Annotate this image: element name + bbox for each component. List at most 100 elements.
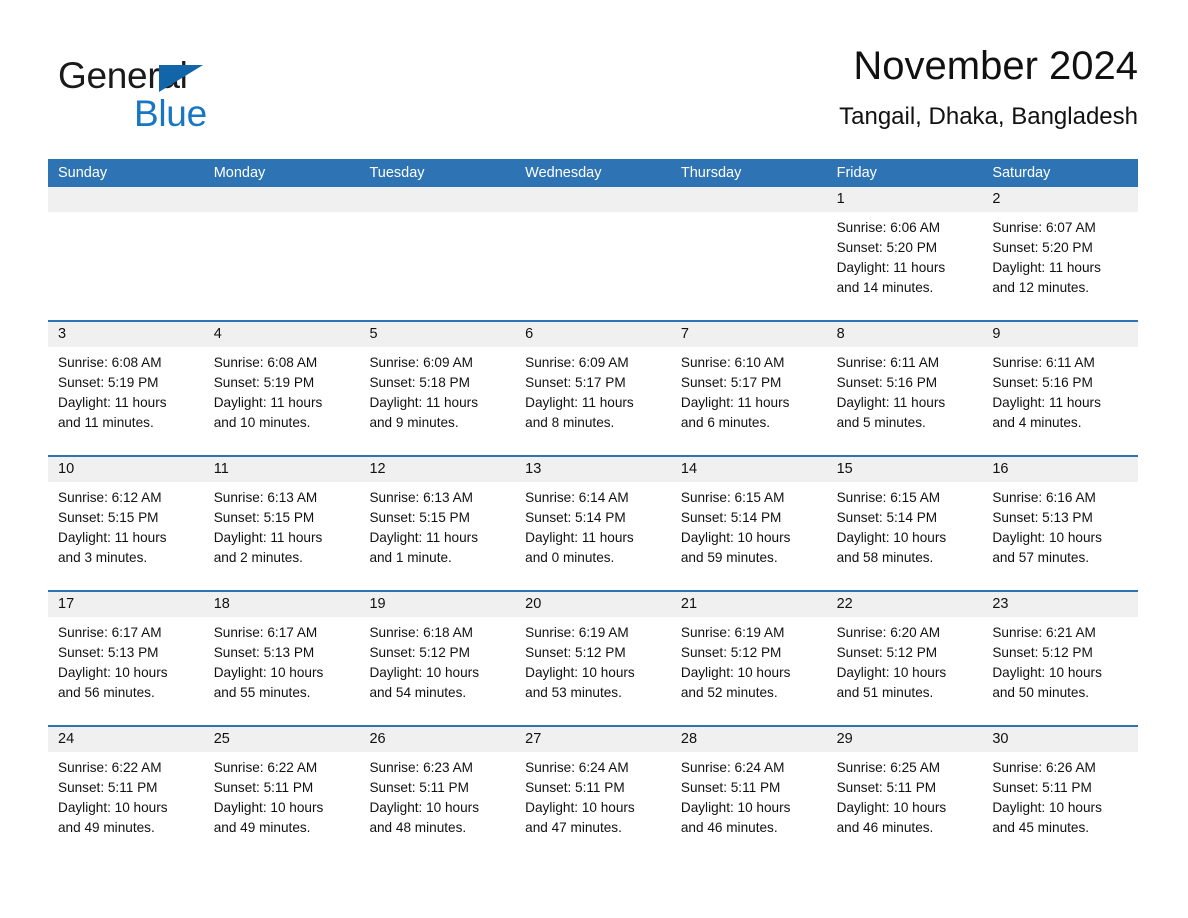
calendar-day-cell[interactable]: 10 Sunrise: 6:12 AM Sunset: 5:15 PM Dayligh… xyxy=(48,457,204,590)
daylight-text-line1: Daylight: 10 hours xyxy=(213,665,324,680)
calendar-day-cell[interactable]: 25 Sunrise: 6:22 AM Sunset: 5:11 PM Dayligh… xyxy=(203,727,360,860)
daylight-text-line1: Daylight: 11 hours xyxy=(836,260,946,275)
calendar-day-cell[interactable]: 24 Sunrise: 6:22 AM Sunset: 5:11 PM Dayligh… xyxy=(48,727,204,860)
weekday-header-row: Sunday Monday Tuesday Wednesday Thursday… xyxy=(48,159,1138,187)
sunrise-text: Sunrise: 6:10 AM xyxy=(680,355,785,370)
sunset-text: Sunset: 5:11 PM xyxy=(525,780,625,795)
daylight-text-line2: and 3 minutes. xyxy=(58,550,148,565)
daylight-text-line2: and 5 minutes. xyxy=(836,415,926,430)
sunrise-text: Sunrise: 6:08 AM xyxy=(58,355,162,370)
day-number: 15 xyxy=(826,457,983,482)
calendar-grid: Sunday Monday Tuesday Wednesday Thursday… xyxy=(48,159,1139,860)
day-details: Sunrise: 6:22 AM Sunset: 5:11 PM Daylight:… xyxy=(204,752,360,838)
calendar-day-cell[interactable]: 1 Sunrise: 6:06 AM Sunset: 5:20 PM Daylight… xyxy=(826,187,983,320)
sunrise-text: Sunrise: 6:19 AM xyxy=(680,625,785,640)
calendar-day-cell[interactable]: 17 Sunrise: 6:17 AM Sunset: 5:13 PM Dayligh… xyxy=(48,592,204,725)
brand-logo: General Blue xyxy=(58,54,358,142)
calendar-day-cell-empty xyxy=(670,187,827,320)
day-details: Sunrise: 6:12 AM Sunset: 5:15 PM Daylight:… xyxy=(48,482,204,568)
calendar-day-cell[interactable]: 6 Sunrise: 6:09 AM Sunset: 5:17 PM Daylight… xyxy=(515,322,671,455)
calendar-day-cell[interactable]: 11 Sunrise: 6:13 AM Sunset: 5:15 PM Dayligh… xyxy=(203,457,360,590)
day-details: Sunrise: 6:17 AM Sunset: 5:13 PM Daylight:… xyxy=(48,617,204,703)
weekday-header-monday: Monday xyxy=(213,165,266,181)
calendar-day-cell[interactable]: 9 Sunrise: 6:11 AM Sunset: 5:16 PM Daylight… xyxy=(982,322,1139,455)
calendar-day-cell[interactable]: 16 Sunrise: 6:16 AM Sunset: 5:13 PM Dayligh… xyxy=(982,457,1139,590)
day-number: 19 xyxy=(359,592,516,617)
daylight-text-line1: Daylight: 11 hours xyxy=(525,530,634,545)
calendar-day-cell[interactable]: 3 Sunrise: 6:08 AM Sunset: 5:19 PM Daylight… xyxy=(48,322,204,455)
daylight-text-line1: Daylight: 10 hours xyxy=(836,800,947,815)
day-details: Sunrise: 6:20 AM Sunset: 5:12 PM Daylight:… xyxy=(827,617,983,703)
calendar-day-cell[interactable]: 23 Sunrise: 6:21 AM Sunset: 5:12 PM Dayligh… xyxy=(982,592,1139,725)
daylight-text-line1: Daylight: 11 hours xyxy=(369,530,478,545)
sunset-text: Sunset: 5:20 PM xyxy=(992,240,1093,255)
calendar-day-cell[interactable]: 29 Sunrise: 6:25 AM Sunset: 5:11 PM Dayligh… xyxy=(826,727,983,860)
sunset-text: Sunset: 5:11 PM xyxy=(836,780,937,795)
day-details: Sunrise: 6:09 AM Sunset: 5:17 PM Daylight:… xyxy=(515,347,671,433)
day-details: Sunrise: 6:17 AM Sunset: 5:13 PM Daylight:… xyxy=(204,617,360,703)
day-number: 6 xyxy=(515,322,671,347)
daylight-text-line2: and 0 minutes. xyxy=(525,550,615,565)
calendar-day-cell[interactable]: 28 Sunrise: 6:24 AM Sunset: 5:11 PM Dayligh… xyxy=(670,727,827,860)
title-block: November 2024 Tangail, Dhaka, Bangladesh xyxy=(839,40,1138,131)
sunset-text: Sunset: 5:13 PM xyxy=(992,510,1093,525)
calendar-day-cell[interactable]: 20 Sunrise: 6:19 AM Sunset: 5:12 PM Dayligh… xyxy=(515,592,671,725)
daylight-text-line1: Daylight: 10 hours xyxy=(836,665,947,680)
day-details: Sunrise: 6:19 AM Sunset: 5:12 PM Daylight:… xyxy=(515,617,671,703)
day-number: 12 xyxy=(359,457,516,482)
calendar-day-cell[interactable]: 12 Sunrise: 6:13 AM Sunset: 5:15 PM Dayligh… xyxy=(359,457,516,590)
calendar-day-cell[interactable]: 2 Sunrise: 6:07 AM Sunset: 5:20 PM Daylight… xyxy=(982,187,1139,320)
day-details: Sunrise: 6:08 AM Sunset: 5:19 PM Daylight:… xyxy=(48,347,204,433)
day-number xyxy=(670,187,827,212)
daylight-text-line2: and 58 minutes. xyxy=(836,550,934,565)
sunrise-text: Sunrise: 6:25 AM xyxy=(836,760,941,775)
calendar-day-cell[interactable]: 7 Sunrise: 6:10 AM Sunset: 5:17 PM Daylight… xyxy=(670,322,827,455)
calendar-day-cell[interactable]: 21 Sunrise: 6:19 AM Sunset: 5:12 PM Dayligh… xyxy=(670,592,827,725)
sunrise-text: Sunrise: 6:09 AM xyxy=(369,355,473,370)
calendar-week-row: 10 Sunrise: 6:12 AM Sunset: 5:15 PM Dayligh… xyxy=(48,457,1139,592)
calendar-day-cell[interactable]: 26 Sunrise: 6:23 AM Sunset: 5:11 PM Dayligh… xyxy=(359,727,516,860)
calendar-day-cell[interactable]: 15 Sunrise: 6:15 AM Sunset: 5:14 PM Dayligh… xyxy=(826,457,983,590)
calendar-day-cell[interactable]: 4 Sunrise: 6:08 AM Sunset: 5:19 PM Daylight… xyxy=(203,322,360,455)
day-number: 5 xyxy=(359,322,516,347)
calendar-day-cell-empty xyxy=(203,187,360,320)
calendar-day-cell[interactable]: 27 Sunrise: 6:24 AM Sunset: 5:11 PM Dayligh… xyxy=(515,727,671,860)
sunset-text: Sunset: 5:12 PM xyxy=(369,645,470,660)
calendar-week-row: 17 Sunrise: 6:17 AM Sunset: 5:13 PM Dayligh… xyxy=(48,592,1139,727)
sunset-text: Sunset: 5:12 PM xyxy=(836,645,938,660)
daylight-text-line2: and 8 minutes. xyxy=(525,415,615,430)
calendar-day-cell[interactable]: 5 Sunrise: 6:09 AM Sunset: 5:18 PM Daylight… xyxy=(359,322,516,455)
day-number: 24 xyxy=(48,727,204,752)
calendar-day-cell[interactable]: 22 Sunrise: 6:20 AM Sunset: 5:12 PM Dayligh… xyxy=(826,592,983,725)
day-number: 18 xyxy=(203,592,360,617)
day-details: Sunrise: 6:19 AM Sunset: 5:12 PM Daylight:… xyxy=(671,617,827,703)
day-number: 25 xyxy=(203,727,360,752)
calendar-day-cell[interactable]: 8 Sunrise: 6:11 AM Sunset: 5:16 PM Daylight… xyxy=(826,322,983,455)
calendar-page: General Blue November 2024 Tangail, Dhak… xyxy=(0,0,1188,918)
day-details: Sunrise: 6:08 AM Sunset: 5:19 PM Daylight:… xyxy=(204,347,360,433)
day-details: Sunrise: 6:10 AM Sunset: 5:17 PM Daylight:… xyxy=(671,347,827,433)
day-details: Sunrise: 6:16 AM Sunset: 5:13 PM Daylight:… xyxy=(982,482,1138,568)
day-details: Sunrise: 6:14 AM Sunset: 5:14 PM Daylight:… xyxy=(515,482,671,568)
daylight-text-line2: and 47 minutes. xyxy=(525,820,622,835)
daylight-text-line2: and 53 minutes. xyxy=(525,685,622,700)
daylight-text-line1: Daylight: 11 hours xyxy=(58,395,167,410)
day-details: Sunrise: 6:15 AM Sunset: 5:14 PM Daylight:… xyxy=(827,482,983,568)
calendar-day-cell[interactable]: 14 Sunrise: 6:15 AM Sunset: 5:14 PM Dayligh… xyxy=(670,457,827,590)
calendar-day-cell[interactable]: 18 Sunrise: 6:17 AM Sunset: 5:13 PM Dayligh… xyxy=(203,592,360,725)
calendar-day-cell[interactable]: 30 Sunrise: 6:26 AM Sunset: 5:11 PM Dayligh… xyxy=(982,727,1139,860)
calendar-day-cell[interactable]: 13 Sunrise: 6:14 AM Sunset: 5:14 PM Dayligh… xyxy=(515,457,671,590)
sunset-text: Sunset: 5:12 PM xyxy=(992,645,1093,660)
sunrise-text: Sunrise: 6:15 AM xyxy=(836,490,941,505)
daylight-text-line2: and 46 minutes. xyxy=(836,820,934,835)
sunset-text: Sunset: 5:14 PM xyxy=(525,510,626,525)
daylight-text-line1: Daylight: 10 hours xyxy=(680,800,791,815)
daylight-text-line1: Daylight: 10 hours xyxy=(369,665,480,680)
sunset-text: Sunset: 5:11 PM xyxy=(369,780,469,795)
calendar-day-cell[interactable]: 19 Sunrise: 6:18 AM Sunset: 5:12 PM Dayligh… xyxy=(359,592,516,725)
sunset-text: Sunset: 5:16 PM xyxy=(992,375,1093,390)
daylight-text-line1: Daylight: 11 hours xyxy=(213,530,323,545)
sunrise-text: Sunrise: 6:18 AM xyxy=(369,625,473,640)
daylight-text-line1: Daylight: 11 hours xyxy=(58,530,167,545)
sunrise-text: Sunrise: 6:07 AM xyxy=(992,220,1096,235)
